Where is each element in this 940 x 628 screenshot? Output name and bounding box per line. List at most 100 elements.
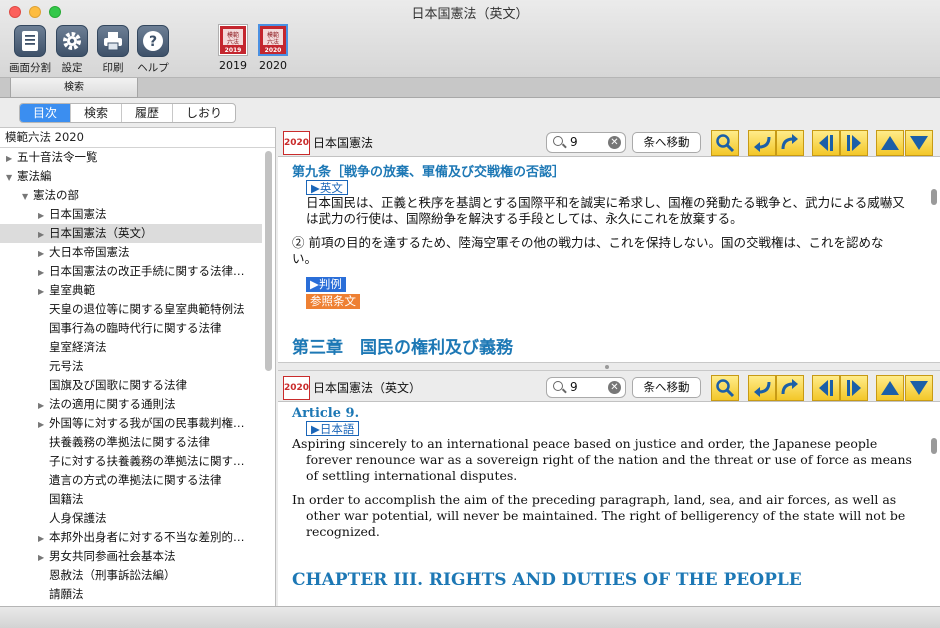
sidebar-item[interactable]: 子に対する扶養義務の準拠法に関す…: [0, 452, 262, 471]
reference-articles-link[interactable]: 参照条文: [306, 294, 360, 309]
disclosure-closed-icon[interactable]: ▶: [38, 415, 49, 433]
top-scroll-down-button[interactable]: [905, 130, 933, 156]
search-tab[interactable]: 検索: [10, 78, 138, 98]
book-2019-button[interactable]: 模範 六法 2019 2019: [216, 24, 250, 72]
search-tab-strip: 検索: [0, 78, 940, 98]
sidebar-item[interactable]: ▶ 皇室典範: [0, 281, 262, 300]
sidebar-item[interactable]: ▶ 日本国憲法（英文）: [0, 224, 262, 243]
sidebar-item-label: 扶養義務の準拠法に関する法律: [49, 435, 210, 449]
disclosure-closed-icon[interactable]: ▶: [38, 225, 49, 243]
sidebar-item[interactable]: 国籍法: [0, 490, 262, 509]
curved-arrow-back-icon: [754, 381, 771, 397]
bottom-search-button[interactable]: [711, 375, 739, 401]
disclosure-closed-icon[interactable]: ▶: [38, 206, 49, 224]
svg-text:模範: 模範: [267, 31, 279, 39]
sidebar-item[interactable]: ▶ 外国等に対する我が国の民事裁判権…: [0, 414, 262, 433]
sidebar-item[interactable]: ▶ 日本国憲法の改正手続に関する法律…: [0, 262, 262, 281]
sidebar-item[interactable]: ▶ 本邦外出身者に対する不当な差別的…: [0, 528, 262, 547]
top-article-search-input[interactable]: 9 ✕: [546, 132, 626, 153]
top-previous-button[interactable]: [812, 130, 840, 156]
disclosure-closed-icon[interactable]: ▶: [38, 529, 49, 547]
sidebar-item-label: 五十音法令一覧: [17, 150, 98, 164]
sidebar-scrollbar[interactable]: [265, 151, 272, 371]
sidebar-item[interactable]: 元号法: [0, 357, 262, 376]
sidebar-header: 模範六法 2020: [0, 128, 275, 148]
clear-icon[interactable]: ✕: [608, 381, 621, 394]
bottom-scroll-up-button[interactable]: [876, 375, 904, 401]
bottom-next-button[interactable]: [840, 375, 868, 401]
sidebar-item[interactable]: ▼ 憲法編: [0, 167, 262, 186]
split-screen-button[interactable]: 画面分割: [6, 25, 54, 75]
sidebar-item[interactable]: 恩赦法（刑事訴訟法編）: [0, 566, 262, 585]
segment-search[interactable]: 検索: [71, 104, 123, 122]
title-bar: 日本国憲法（英文） 画面分割 設定 印刷 ? ヘルプ 模範 六法 2019 20…: [0, 0, 940, 78]
arrow-down-icon: [910, 381, 928, 395]
help-button[interactable]: ? ヘルプ: [129, 25, 177, 75]
top-back-button[interactable]: [748, 130, 776, 156]
english-text-pane: 2020 日本国憲法（英文） 9 ✕ 条へ移動 Article 9. ▶日本語 …: [278, 372, 940, 606]
sidebar-item[interactable]: ▶ 法の適用に関する通則法: [0, 395, 262, 414]
sidebar-item[interactable]: 請願法: [0, 585, 262, 604]
clear-icon[interactable]: ✕: [608, 136, 621, 149]
disclosure-open-icon[interactable]: ▼: [6, 168, 17, 186]
sidebar-item-label: 法の適用に関する通則法: [49, 397, 176, 411]
sidebar-item[interactable]: 天皇の退位等に関する皇室典範特例法: [0, 300, 262, 319]
sidebar-item[interactable]: ▼ 憲法の部: [0, 186, 262, 205]
top-scroll-up-button[interactable]: [876, 130, 904, 156]
book-cover-2019: 模範 六法 2019: [218, 24, 248, 56]
english-link[interactable]: ▶英文: [306, 180, 348, 195]
sidebar-item[interactable]: ▶ 日本国憲法: [0, 205, 262, 224]
bottom-previous-button[interactable]: [812, 375, 840, 401]
disclosure-closed-icon[interactable]: ▶: [6, 149, 17, 167]
disclosure-closed-icon[interactable]: ▶: [38, 244, 49, 262]
disclosure-open-icon[interactable]: ▼: [22, 187, 33, 205]
segment-history[interactable]: 履歴: [122, 104, 174, 122]
disclosure-closed-icon[interactable]: ▶: [38, 548, 49, 566]
top-go-to-article-button[interactable]: 条へ移動: [632, 132, 701, 153]
disclosure-closed-icon[interactable]: ▶: [38, 282, 49, 300]
svg-text:?: ?: [149, 34, 157, 50]
svg-text:六法: 六法: [227, 38, 239, 46]
bottom-pane-scrollbar[interactable]: [931, 438, 937, 454]
sidebar-item-label: 恩赦法（刑事訴訟法編）: [49, 568, 176, 582]
cases-link[interactable]: ▶判例: [306, 277, 346, 292]
arrow-up-icon: [881, 381, 899, 395]
sidebar-item[interactable]: ▶ 男女共同参画社会基本法: [0, 547, 262, 566]
bottom-pane-content: Article 9. ▶日本語 Aspiring sincerely to an…: [278, 406, 928, 590]
top-next-button[interactable]: [840, 130, 868, 156]
sidebar-item[interactable]: ▶ 大日本帝国憲法: [0, 243, 262, 262]
sidebar-item-label: 男女共同参画社会基本法: [49, 549, 176, 563]
toc-tree: ▶ 五十音法令一覧 ▼ 憲法編 ▼ 憲法の部 ▶ 日本国憲法 ▶ 日本国憲法（英文） ▶ 大日本帝国憲…: [0, 148, 275, 604]
segment-bookmarks[interactable]: しおり: [173, 104, 235, 122]
search-icon: [553, 136, 563, 146]
bottom-go-to-article-button[interactable]: 条へ移動: [632, 377, 701, 398]
sidebar-item-label: 子に対する扶養義務の準拠法に関す…: [49, 454, 245, 468]
disclosure-closed-icon[interactable]: ▶: [38, 396, 49, 414]
bottom-pane-book-badge: 2020: [283, 376, 310, 400]
sidebar-item[interactable]: 国事行為の臨時代行に関する法律: [0, 319, 262, 338]
sidebar-item[interactable]: ▶ 五十音法令一覧: [0, 148, 262, 167]
bottom-back-button[interactable]: [748, 375, 776, 401]
help-label: ヘルプ: [137, 62, 169, 74]
bottom-scroll-down-button[interactable]: [905, 375, 933, 401]
sidebar-item-label: 大日本帝国憲法: [49, 245, 130, 259]
segment-toc[interactable]: 目次: [20, 104, 72, 122]
top-pane-toolbar: 2020 日本国憲法 9 ✕ 条へ移動: [278, 127, 940, 157]
top-pane-book-badge: 2020: [283, 131, 310, 155]
sidebar-item[interactable]: 人身保護法: [0, 509, 262, 528]
japanese-link[interactable]: ▶日本語: [306, 421, 360, 436]
disclosure-closed-icon[interactable]: ▶: [38, 263, 49, 281]
top-search-button[interactable]: [711, 130, 739, 156]
pane-splitter[interactable]: [278, 362, 940, 371]
top-pane-scrollbar[interactable]: [931, 189, 937, 205]
bottom-forward-button[interactable]: [776, 375, 804, 401]
sidebar-segmented-control: 目次 検索 履歴 しおり: [19, 103, 237, 123]
top-forward-button[interactable]: [776, 130, 804, 156]
book-2020-button[interactable]: 模範 六法 2020 2020: [256, 24, 290, 72]
sidebar-item[interactable]: 皇室経済法: [0, 338, 262, 357]
sidebar-item[interactable]: 国旗及び国歌に関する法律: [0, 376, 262, 395]
sidebar-item[interactable]: 遺言の方式の準拠法に関する法律: [0, 471, 262, 490]
bottom-article-search-input[interactable]: 9 ✕: [546, 377, 626, 398]
sidebar-item[interactable]: 扶養義務の準拠法に関する法律: [0, 433, 262, 452]
search-icon: [553, 381, 563, 391]
